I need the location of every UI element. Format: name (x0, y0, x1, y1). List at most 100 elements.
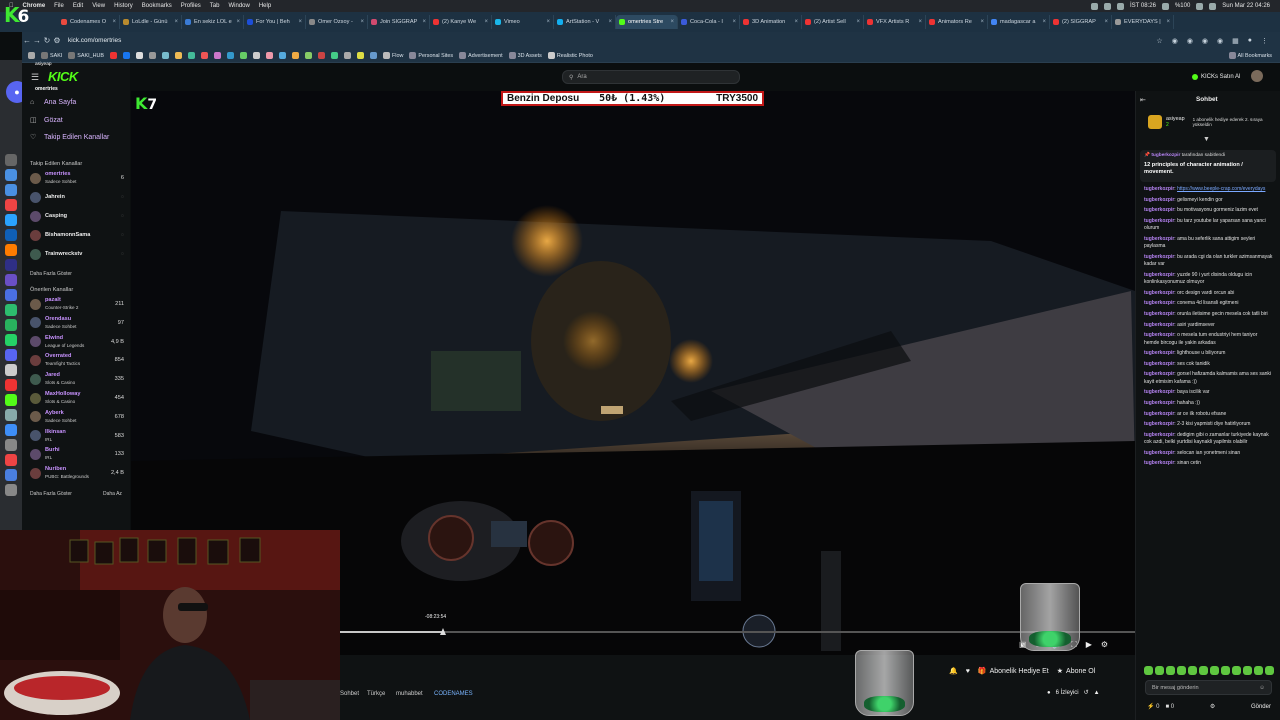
seek-bar[interactable] (340, 628, 1135, 635)
tab-close-icon[interactable]: × (1042, 19, 1046, 25)
tab-close-icon[interactable]: × (298, 19, 302, 25)
channel-item[interactable]: Nuriben PUBG: Battlegrounds 2,4 B (30, 465, 124, 481)
chat-username[interactable]: tugberkozpir (1144, 332, 1174, 338)
url-field[interactable]: kick.com/omertries (68, 37, 121, 44)
emote-icon[interactable] (1243, 666, 1252, 675)
show-more-recommended[interactable]: Daha Fazla Göster (30, 491, 72, 497)
status-icon[interactable] (1091, 2, 1099, 10)
emote-icon[interactable] (1199, 666, 1208, 675)
chat-username[interactable]: tugberkozpir (1144, 300, 1174, 306)
menu-window[interactable]: Window (228, 3, 249, 9)
follow-heart-icon[interactable]: ♥ (966, 668, 970, 675)
dock-app-icon[interactable] (5, 214, 17, 226)
tab-close-icon[interactable]: × (670, 19, 674, 25)
menu-file[interactable]: File (54, 3, 64, 9)
chat-message[interactable]: tugberkozpir: https://www.beeple-crap.co… (1144, 186, 1274, 193)
dock-app-icon[interactable] (5, 154, 17, 166)
dock-app-icon[interactable] (5, 409, 17, 421)
bookmark-icon[interactable] (161, 52, 169, 59)
dock-whatsapp-icon[interactable] (5, 334, 17, 346)
bookmark-icon[interactable] (239, 52, 247, 59)
extension-icon[interactable]: ◉ (1172, 37, 1178, 45)
chat-username[interactable]: tugberkozpir (1144, 389, 1174, 395)
bookmark-realistic-photo[interactable]: Realistic Photo (547, 52, 593, 59)
channel-item[interactable]: Overrated Teamfight Tactics 854 (30, 352, 124, 368)
bookmark-facebook-icon[interactable] (122, 52, 130, 59)
tab-close-icon[interactable]: × (980, 19, 984, 25)
emoji-icon[interactable]: ☺ (1259, 685, 1265, 691)
emote-icon[interactable] (1188, 666, 1197, 675)
status-icon[interactable] (1104, 2, 1112, 10)
bookmark-star-icon[interactable]: ☆ (1156, 37, 1162, 45)
chat-message[interactable]: tugberkozpir: ar ce ilk robotu efsane (1144, 411, 1274, 418)
tab-close-icon[interactable]: × (360, 19, 364, 25)
gift-subscription-button[interactable]: 🎁 Abonelik Hediye Et (978, 667, 1049, 676)
dock-aftereffects-icon[interactable] (5, 274, 17, 286)
chat-message[interactable]: tugberkozpir: baya iscilik var (1144, 389, 1274, 396)
emote-icon[interactable] (1265, 666, 1274, 675)
chat-message[interactable]: tugberkozpir: yuzde 90 i yurt disinda ol… (1144, 272, 1274, 287)
bookmark-apps-icon[interactable] (28, 52, 35, 59)
chat-username[interactable]: tugberkozpir (1144, 311, 1174, 317)
menu-kebab-icon[interactable]: ⋮ (1261, 37, 1268, 45)
chat-message[interactable]: tugberkozpir: selocan ian yonetmeni sina… (1144, 450, 1274, 457)
bookmark-youtube-icon[interactable] (109, 52, 117, 59)
tag-turkish[interactable]: Türkçe (367, 691, 385, 697)
chat-username[interactable]: tugberkozpir (1144, 361, 1174, 367)
chat-message[interactable]: tugberkozpir: 2-3 kisi yapmisti diye hat… (1144, 421, 1274, 428)
chat-username[interactable]: tugberkozpir (1144, 350, 1174, 356)
browser-tab[interactable]: (2) Artist Sell × (802, 15, 864, 29)
dock-app-icon[interactable] (5, 289, 17, 301)
tab-close-icon[interactable]: × (1104, 19, 1108, 25)
show-less[interactable]: Daha Az (103, 491, 122, 497)
chat-username[interactable]: tugberkozpir (1144, 432, 1174, 438)
chat-message[interactable]: tugberkozpir: orunla iletisime gecin mes… (1144, 311, 1274, 318)
dock-finder-icon[interactable] (5, 169, 17, 181)
dock-app-icon[interactable] (5, 304, 17, 316)
tag-codenames[interactable]: CODENAMES (434, 691, 473, 697)
search-input[interactable]: ⚲ Ara (562, 70, 740, 84)
control-center-icon[interactable] (1209, 2, 1217, 10)
bookmark-icon[interactable] (356, 52, 364, 59)
emote-icon[interactable] (1144, 666, 1153, 675)
tab-close-icon[interactable]: × (732, 19, 736, 25)
chat-settings-icon[interactable]: ⚙ (1210, 703, 1215, 710)
chat-username[interactable]: tugberkozpir (1144, 322, 1174, 328)
kicks-balance[interactable]: ⚡ 0 (1147, 703, 1160, 710)
chat-username[interactable]: tugberkozpir (1144, 236, 1174, 242)
browser-tab[interactable]: VFX Artists R × (864, 15, 926, 29)
bookmark-flow[interactable]: Flow (382, 52, 403, 59)
points-balance[interactable]: ■ 0 (1166, 704, 1175, 710)
chat-username[interactable]: tugberkozpir (1144, 411, 1174, 417)
channel-item[interactable]: Trainwreckstv ◌ (30, 246, 124, 262)
wifi-icon[interactable] (1196, 2, 1204, 10)
channel-item[interactable]: pazalt Counter-Strike 2 211 (30, 296, 124, 312)
dock-spotify-icon[interactable] (5, 319, 17, 331)
emote-icon[interactable] (1221, 666, 1230, 675)
chat-message[interactable]: tugberkozpir: sinan cetin (1144, 460, 1274, 467)
browser-tab[interactable]: LoLdle - Günü × (120, 15, 182, 29)
site-info-icon[interactable]: ⚙ (52, 36, 62, 45)
profile-icon[interactable]: ● (1248, 37, 1252, 45)
channel-item[interactable]: Elwind League of Legends 4,9 B (30, 334, 124, 350)
bookmark-icon[interactable] (291, 52, 299, 59)
dock-settings-icon[interactable] (5, 439, 17, 451)
buy-kicks-button[interactable]: KICKs Satın Al (1192, 74, 1240, 80)
chat-message[interactable]: tugberkozpir: lighthouse u biliyorum (1144, 350, 1274, 357)
emote-icon[interactable] (1232, 666, 1241, 675)
emote-icon[interactable] (1166, 666, 1175, 675)
dock-appstore-icon[interactable] (5, 424, 17, 436)
chat-message[interactable]: tugberkozpir: conema 4d lisansli egitmen… (1144, 300, 1274, 307)
chat-username[interactable]: tugberkozpir (1144, 197, 1174, 203)
browser-tab[interactable]: omertries Stre × (616, 15, 678, 29)
chat-username[interactable]: tugberkozpir (1144, 460, 1174, 466)
bookmark-icon[interactable] (148, 52, 156, 59)
reload-icon[interactable]: ↻ (42, 36, 52, 45)
menu-history[interactable]: History (114, 3, 133, 9)
forward-icon[interactable]: → (32, 36, 42, 45)
send-button[interactable]: Gönder (1251, 704, 1271, 710)
dock-app-icon[interactable] (5, 184, 17, 196)
extension-icon[interactable]: ◉ (1217, 37, 1223, 45)
chat-message[interactable]: tugberkozpir: gelismeyi kendin gor (1144, 197, 1274, 204)
chat-username[interactable]: tugberkozpir (1144, 290, 1174, 296)
